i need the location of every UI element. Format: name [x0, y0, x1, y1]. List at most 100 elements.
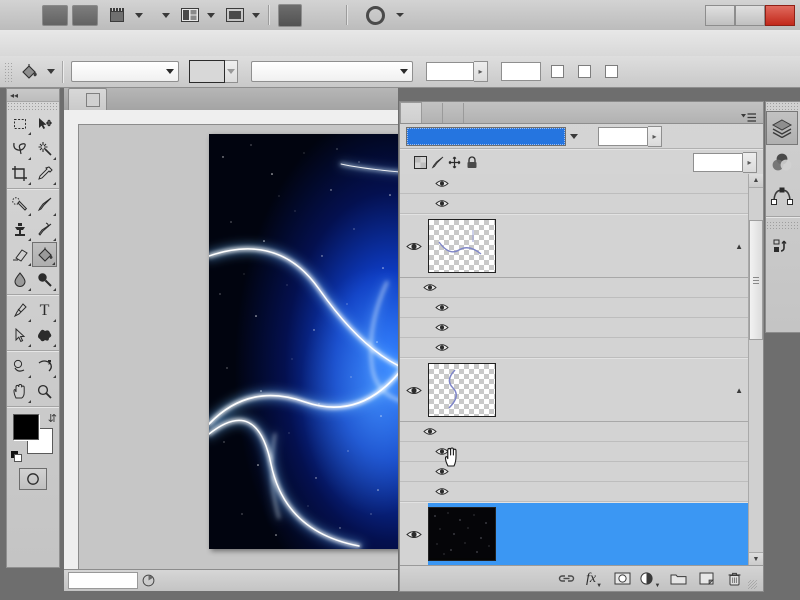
- menu-ebene[interactable]: [60, 40, 78, 46]
- expand-effects-caret-icon[interactable]: ▲: [735, 242, 749, 251]
- custom-shape-tool[interactable]: [32, 323, 57, 348]
- layer-fill-control[interactable]: ▸: [693, 151, 757, 173]
- layer-effect-row[interactable]: [400, 462, 749, 482]
- alllayers-checkbox-row[interactable]: [605, 65, 622, 78]
- workspace-tab-psd-tutorials[interactable]: [278, 3, 302, 27]
- restore-button[interactable]: [735, 5, 765, 26]
- horizontal-type-tool[interactable]: T: [32, 298, 57, 323]
- layer-effect-row[interactable]: [400, 482, 749, 502]
- lock-transparent-pixels-icon[interactable]: [412, 154, 429, 170]
- menu-hilfe[interactable]: [186, 40, 204, 46]
- document-tab[interactable]: [68, 88, 107, 110]
- magic-wand-tool[interactable]: [32, 136, 57, 161]
- visibility-eye-icon[interactable]: [400, 385, 428, 396]
- three-d-orbit-tool[interactable]: [32, 354, 57, 379]
- panel-resize-grip[interactable]: [748, 580, 757, 589]
- layer-blend-mode-caret-icon[interactable]: [566, 128, 582, 145]
- view-extras-caret-icon[interactable]: [135, 12, 143, 18]
- ruler-corner[interactable]: [64, 110, 79, 125]
- menu-datei[interactable]: [6, 40, 24, 46]
- add-layer-mask-icon[interactable]: [608, 569, 636, 589]
- close-button[interactable]: [765, 5, 795, 26]
- visibility-eye-icon[interactable]: [432, 467, 452, 476]
- menu-3d[interactable]: [132, 40, 150, 46]
- layer-effect-row[interactable]: [400, 174, 749, 194]
- document-info-icon[interactable]: [138, 574, 158, 587]
- vertical-ruler[interactable]: [64, 124, 79, 570]
- contiguous-checkbox[interactable]: [578, 65, 591, 78]
- layer-fill-input[interactable]: [693, 152, 743, 172]
- workspace-tab-grundelemente[interactable]: [302, 5, 324, 26]
- cs-live-caret-icon[interactable]: [396, 13, 404, 17]
- new-adjustment-layer-icon[interactable]: ▼: [636, 569, 664, 589]
- delete-layer-icon[interactable]: [720, 569, 748, 589]
- dock-grip-2[interactable]: [766, 221, 800, 230]
- layers-dock-icon[interactable]: [766, 111, 798, 145]
- tab-kanaele[interactable]: [422, 103, 443, 123]
- clone-stamp-tool[interactable]: [7, 217, 32, 242]
- opacity-input[interactable]: [426, 62, 474, 81]
- layer-blend-mode-select[interactable]: [406, 126, 566, 146]
- menu-filter[interactable]: [96, 40, 114, 46]
- layer-effect-row[interactable]: [400, 338, 749, 358]
- color-dock-icon[interactable]: [766, 145, 798, 179]
- cs-live-button[interactable]: [366, 5, 404, 25]
- visibility-eye-icon[interactable]: [432, 303, 452, 312]
- tolerance-input[interactable]: [501, 62, 541, 81]
- layer-effect-row[interactable]: [400, 318, 749, 338]
- table-row[interactable]: ▲: [400, 214, 749, 278]
- scroll-up-icon[interactable]: ▲: [749, 174, 763, 188]
- visibility-eye-icon[interactable]: [420, 427, 440, 436]
- fill-pattern-caret-icon[interactable]: [225, 60, 238, 83]
- scroll-down-icon[interactable]: ▼: [749, 552, 763, 566]
- link-layers-icon[interactable]: [552, 569, 580, 589]
- visibility-eye-icon[interactable]: [400, 503, 428, 565]
- horizontal-ruler[interactable]: [78, 110, 398, 125]
- path-selection-tool[interactable]: [7, 323, 32, 348]
- menu-fenster[interactable]: [168, 40, 186, 46]
- history-dock-icon[interactable]: [766, 230, 798, 264]
- layer-effects-group-row[interactable]: [400, 278, 749, 298]
- eraser-tool[interactable]: [7, 242, 32, 267]
- menu-auswahl[interactable]: [78, 40, 96, 46]
- visibility-eye-icon[interactable]: [432, 323, 452, 332]
- rotate-view-tool[interactable]: [7, 354, 32, 379]
- visibility-eye-icon[interactable]: [432, 199, 452, 208]
- antialias-checkbox[interactable]: [551, 65, 564, 78]
- visibility-eye-icon[interactable]: [432, 487, 452, 496]
- layer-style-fx-icon[interactable]: fx ▼: [580, 569, 608, 589]
- artboard-image[interactable]: [209, 134, 398, 549]
- screen-mode-icon[interactable]: [223, 6, 247, 25]
- menu-bild[interactable]: [42, 40, 60, 46]
- pen-tool[interactable]: [7, 298, 32, 323]
- expand-effects-caret-icon[interactable]: ▲: [735, 386, 749, 395]
- visibility-eye-icon[interactable]: [432, 447, 452, 456]
- tab-ebenen[interactable]: [400, 102, 422, 123]
- canvas-area[interactable]: [79, 125, 398, 570]
- toolbox-grip[interactable]: [7, 102, 59, 111]
- screen-mode-caret-icon[interactable]: [252, 12, 260, 18]
- arrange-caret-icon[interactable]: [207, 12, 215, 18]
- table-row[interactable]: [400, 502, 749, 566]
- move-tool[interactable]: [32, 111, 57, 136]
- close-icon[interactable]: [86, 92, 100, 107]
- brush-tool[interactable]: [32, 192, 57, 217]
- visibility-eye-icon[interactable]: [432, 179, 452, 188]
- toolbox-collapse-handle[interactable]: ◂◂: [7, 89, 59, 102]
- fill-pattern-swatch-group[interactable]: [189, 60, 238, 83]
- layer-list[interactable]: ▲ ▲ ▲ ▼: [400, 174, 763, 566]
- view-extras-icon[interactable]: [106, 6, 130, 25]
- bridge-button[interactable]: [42, 4, 68, 26]
- quick-mask-icon[interactable]: [19, 468, 47, 490]
- lock-image-pixels-icon[interactable]: [429, 154, 446, 170]
- swap-colors-icon[interactable]: ⇵: [48, 412, 57, 425]
- paint-bucket-icon[interactable]: [16, 61, 42, 83]
- hand-tool[interactable]: [7, 379, 32, 404]
- dodge-tool[interactable]: [32, 267, 57, 292]
- paint-bucket-tool[interactable]: [32, 242, 57, 267]
- antialias-checkbox-row[interactable]: [551, 65, 568, 78]
- layer-list-scrollbar[interactable]: ▲ ▼: [748, 174, 763, 566]
- menu-analyse[interactable]: [114, 40, 132, 46]
- layer-thumbnail[interactable]: [428, 219, 496, 273]
- tool-preset-caret-icon[interactable]: [47, 69, 55, 74]
